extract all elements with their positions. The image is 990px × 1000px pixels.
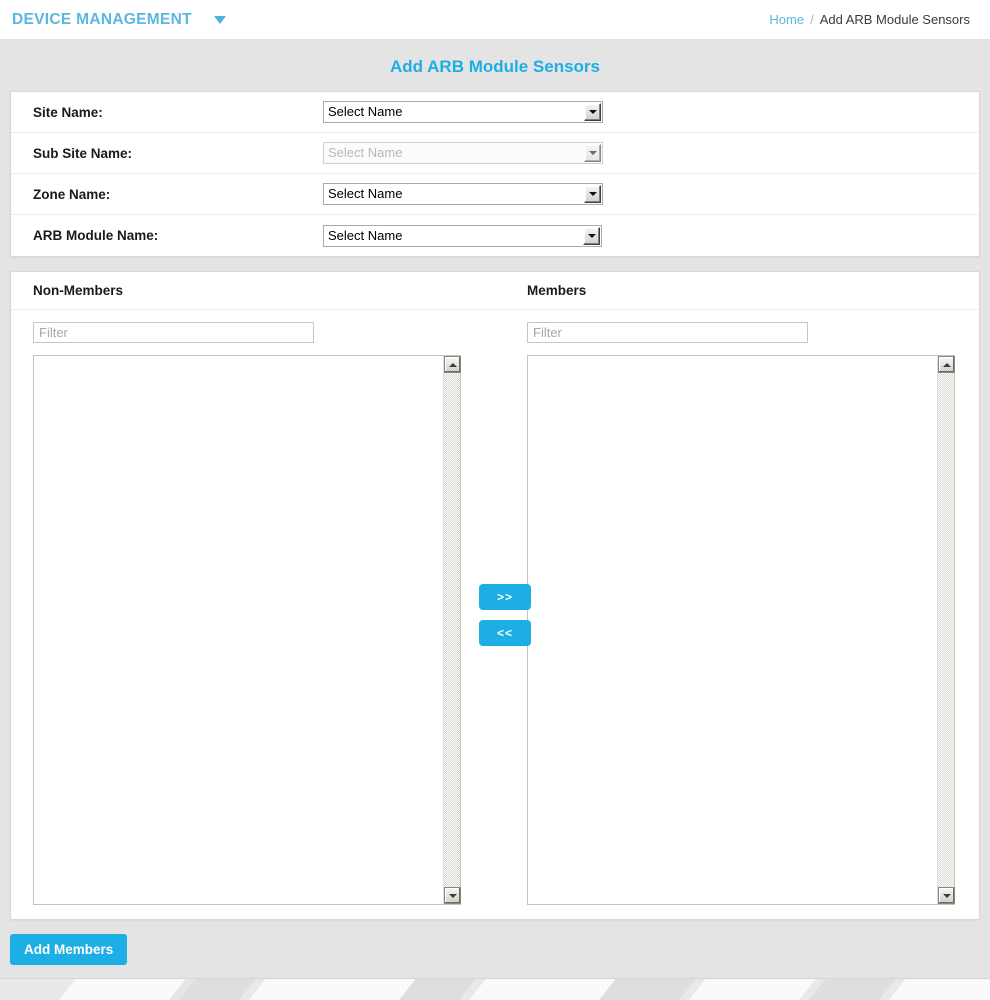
brand-area: DEVICE MANAGEMENT bbox=[12, 11, 226, 29]
non-members-filter-input[interactable] bbox=[33, 322, 314, 343]
page-title: Add ARB Module Sensors bbox=[390, 57, 600, 76]
dual-list-body: >> << bbox=[11, 310, 979, 919]
non-members-header: Non-Members bbox=[33, 283, 124, 298]
move-to-members-button[interactable]: >> bbox=[479, 583, 531, 610]
zone-name-select-wrap[interactable]: Select Name bbox=[323, 183, 603, 205]
arb-module-name-label: ARB Module Name: bbox=[33, 228, 159, 243]
non-members-column bbox=[11, 322, 508, 905]
members-scrollbar[interactable] bbox=[937, 356, 955, 904]
non-members-list-items[interactable] bbox=[34, 356, 443, 904]
add-members-button[interactable]: Add Members bbox=[10, 934, 128, 965]
footer-sliver bbox=[226, 979, 424, 1000]
breadcrumb-home-link[interactable]: Home bbox=[769, 12, 804, 27]
members-column bbox=[508, 322, 979, 905]
top-bar: DEVICE MANAGEMENT Home / Add ARB Module … bbox=[0, 0, 990, 40]
non-members-scrollbar[interactable] bbox=[443, 356, 461, 904]
site-name-select[interactable]: Select Name bbox=[323, 101, 603, 123]
scroll-down-arrow-icon[interactable] bbox=[444, 887, 461, 904]
breadcrumb: Home / Add ARB Module Sensors bbox=[769, 12, 970, 27]
members-header: Members bbox=[527, 283, 587, 298]
sub-site-name-select-wrap: Select Name bbox=[323, 142, 603, 164]
form-row-zone-name: Zone Name: Select Name bbox=[11, 174, 979, 215]
sub-site-name-select: Select Name bbox=[323, 142, 603, 164]
non-members-listbox[interactable] bbox=[33, 355, 461, 905]
selection-form-panel: Site Name: Select Name Sub Site Name: Se… bbox=[10, 91, 980, 257]
form-row-site-name: Site Name: Select Name bbox=[11, 92, 979, 133]
dual-list-panel: Non-Members Members >> << bbox=[10, 271, 980, 920]
arb-module-name-select-wrap[interactable]: Select Name bbox=[323, 224, 602, 247]
members-list-items[interactable] bbox=[528, 356, 937, 904]
zone-name-label: Zone Name: bbox=[33, 186, 111, 202]
form-row-sub-site-name: Sub Site Name: Select Name bbox=[11, 133, 979, 174]
transfer-buttons: >> << bbox=[479, 583, 531, 646]
footer-decoration-strip bbox=[0, 978, 990, 1000]
arb-module-name-select[interactable]: Select Name bbox=[323, 224, 602, 247]
dual-list-headers: Non-Members Members bbox=[11, 272, 979, 310]
breadcrumb-current: Add ARB Module Sensors bbox=[819, 12, 970, 27]
members-filter-input[interactable] bbox=[527, 322, 808, 343]
site-name-select-wrap[interactable]: Select Name bbox=[323, 101, 603, 123]
zone-name-select[interactable]: Select Name bbox=[323, 183, 603, 205]
site-name-label: Site Name: bbox=[33, 104, 103, 120]
page-footer: Add Members bbox=[0, 934, 990, 970]
sub-site-name-label: Sub Site Name: bbox=[33, 145, 133, 161]
scroll-up-arrow-icon[interactable] bbox=[444, 356, 461, 373]
scroll-up-arrow-icon[interactable] bbox=[938, 356, 955, 373]
scroll-down-arrow-icon[interactable] bbox=[938, 887, 955, 904]
form-row-arb-module-name: ARB Module Name: Select Name bbox=[11, 215, 979, 256]
app-brand-title: DEVICE MANAGEMENT bbox=[12, 10, 192, 28]
breadcrumb-separator: / bbox=[810, 12, 814, 27]
members-listbox[interactable] bbox=[527, 355, 955, 905]
chevron-down-icon[interactable] bbox=[213, 15, 226, 24]
move-to-non-members-button[interactable]: << bbox=[479, 619, 531, 646]
